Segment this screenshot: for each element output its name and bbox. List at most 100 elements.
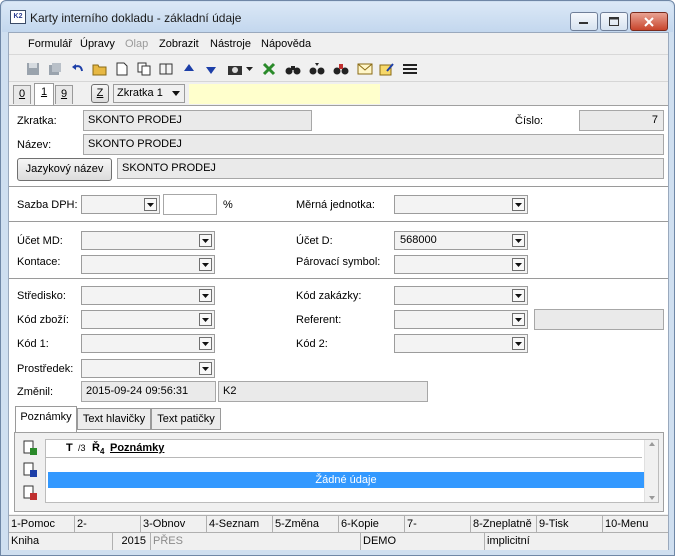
sazba-percent-field[interactable] [163, 194, 217, 215]
zmenil-user-field[interactable]: K2 [218, 381, 428, 402]
find-next-icon[interactable] [308, 60, 326, 78]
menu-formular[interactable]: Formulář [28, 38, 72, 50]
t-column-header[interactable]: T [66, 440, 73, 457]
fkey-9[interactable]: 9-Tisk [537, 516, 603, 533]
chevron-down-icon[interactable] [199, 313, 212, 326]
chevron-down-icon[interactable] [199, 289, 212, 302]
copy-icon[interactable] [135, 60, 153, 78]
notes-grid-header: T /3 Ř 4 Poznámky [46, 440, 642, 458]
zkratka-field[interactable]: SKONTO PRODEJ [83, 110, 312, 131]
kontace-select[interactable] [81, 255, 215, 274]
tab-9[interactable]: 9 [55, 85, 73, 104]
stredisko-select[interactable] [81, 286, 215, 305]
chevron-down-icon[interactable] [512, 234, 525, 247]
fkey-8[interactable]: 8-Zneplatně [471, 516, 537, 533]
menu-zobrazit[interactable]: Zobrazit [159, 38, 199, 50]
nazev-field[interactable]: SKONTO PRODEJ [83, 134, 664, 155]
fkey-3[interactable]: 3-Obnov [141, 516, 207, 533]
cislo-field[interactable]: 7 [579, 110, 664, 131]
sort-combo[interactable]: Zkratka 1 [113, 84, 185, 103]
fkey-10[interactable]: 10-Menu [603, 516, 668, 533]
new-document-icon[interactable] [113, 60, 131, 78]
referent-select[interactable] [394, 310, 528, 329]
save-icon[interactable] [24, 60, 42, 78]
fkey-7[interactable]: 7- [405, 516, 471, 533]
kontace-label: Kontace: [17, 256, 61, 268]
arrow-up-icon[interactable] [180, 60, 198, 78]
fkey-2[interactable]: 2- [75, 516, 141, 533]
kod-zakazky-select[interactable] [394, 286, 528, 305]
chevron-down-icon[interactable] [512, 198, 525, 211]
sazba-dph-label: Sazba DPH: [17, 199, 78, 211]
tab-poznamky[interactable]: Poznámky [15, 406, 77, 432]
add-note-icon[interactable] [23, 440, 37, 456]
dropdown-arrow-icon[interactable] [245, 60, 255, 78]
chevron-down-icon[interactable] [199, 337, 212, 350]
toolbar [9, 56, 668, 82]
jazykovy-nazev-field[interactable]: SKONTO PRODEJ [117, 158, 664, 179]
edit-document-icon[interactable] [378, 60, 396, 78]
jazykovy-nazev-button[interactable]: Jazykový název [17, 158, 112, 181]
fkey-1[interactable]: 1-Pomoc [9, 516, 75, 533]
z-button[interactable]: Z [91, 84, 109, 103]
binoculars-icon[interactable] [284, 60, 302, 78]
kod-zbozi-select[interactable] [81, 310, 215, 329]
kod-2-select[interactable] [394, 334, 528, 353]
notes-scrollbar[interactable] [644, 440, 658, 502]
arrow-down-icon[interactable] [202, 60, 220, 78]
chevron-down-icon[interactable] [144, 198, 157, 211]
poznamky-column-header[interactable]: Poznámky [110, 440, 164, 457]
quick-search-field[interactable] [189, 84, 380, 104]
kod-1-select[interactable] [81, 334, 215, 353]
menu-olap[interactable]: Olap [125, 38, 148, 50]
menu-napoveda[interactable]: Nápověda [261, 38, 311, 50]
tab-1[interactable]: 1 [34, 83, 54, 105]
tab-text-hlavicky[interactable]: Text hlavičky [77, 408, 151, 430]
edit-note-icon[interactable] [23, 462, 37, 478]
chevron-down-icon[interactable] [512, 258, 525, 271]
mail-icon[interactable] [356, 60, 374, 78]
camera-icon[interactable] [226, 60, 244, 78]
save-all-icon[interactable] [46, 60, 64, 78]
chevron-down-icon[interactable] [512, 313, 525, 326]
tab-0[interactable]: 0 [13, 85, 31, 104]
menu-upravy[interactable]: Úpravy [80, 38, 115, 50]
chevron-down-icon[interactable] [169, 87, 182, 100]
empty-row[interactable]: Žádné údaje [48, 472, 644, 488]
minimize-button[interactable] [570, 12, 598, 31]
notes-grid[interactable]: T /3 Ř 4 Poznámky Žádné údaje [45, 439, 659, 503]
maximize-button[interactable] [600, 12, 628, 31]
merna-jednotka-select[interactable] [394, 195, 528, 214]
chevron-down-icon[interactable] [199, 258, 212, 271]
chevron-down-icon[interactable] [512, 337, 525, 350]
fkey-5[interactable]: 5-Změna [273, 516, 339, 533]
undo-icon[interactable] [69, 60, 87, 78]
ucet-d-value: 568000 [400, 234, 437, 246]
fkey-6[interactable]: 6-Kopie [339, 516, 405, 533]
chevron-down-icon[interactable] [512, 289, 525, 302]
fkey-4[interactable]: 4-Seznam [207, 516, 273, 533]
ucet-d-select[interactable]: 568000 [394, 231, 528, 250]
tab-text-paticky[interactable]: Text patičky [151, 408, 221, 430]
menu-lines-icon[interactable] [401, 60, 419, 78]
zmenil-date-field[interactable]: 2015-09-24 09:56:31 [81, 381, 216, 402]
prostredek-select[interactable] [81, 359, 215, 378]
chevron-down-icon[interactable] [199, 362, 212, 375]
maximize-icon [609, 17, 619, 26]
excel-export-icon[interactable] [261, 60, 279, 78]
delete-note-icon[interactable] [23, 485, 37, 501]
parovaci-symbol-select[interactable] [394, 255, 528, 274]
book-icon[interactable] [157, 60, 175, 78]
ucet-md-select[interactable] [81, 231, 215, 250]
close-button[interactable] [630, 12, 668, 31]
chevron-down-icon[interactable] [199, 234, 212, 247]
referent-name-field[interactable] [534, 309, 664, 330]
menu-nastroje[interactable]: Nástroje [210, 38, 251, 50]
main-window: K2 Karty interního dokladu - základní úd… [0, 0, 675, 556]
k2-app-icon[interactable]: K2 [10, 10, 26, 24]
find-filter-icon[interactable] [332, 60, 350, 78]
open-folder-icon[interactable] [91, 60, 109, 78]
title-bar[interactable]: K2 Karty interního dokladu - základní úd… [2, 2, 673, 32]
sazba-dph-select[interactable] [81, 195, 160, 214]
r-column-header[interactable]: Ř [92, 440, 100, 457]
